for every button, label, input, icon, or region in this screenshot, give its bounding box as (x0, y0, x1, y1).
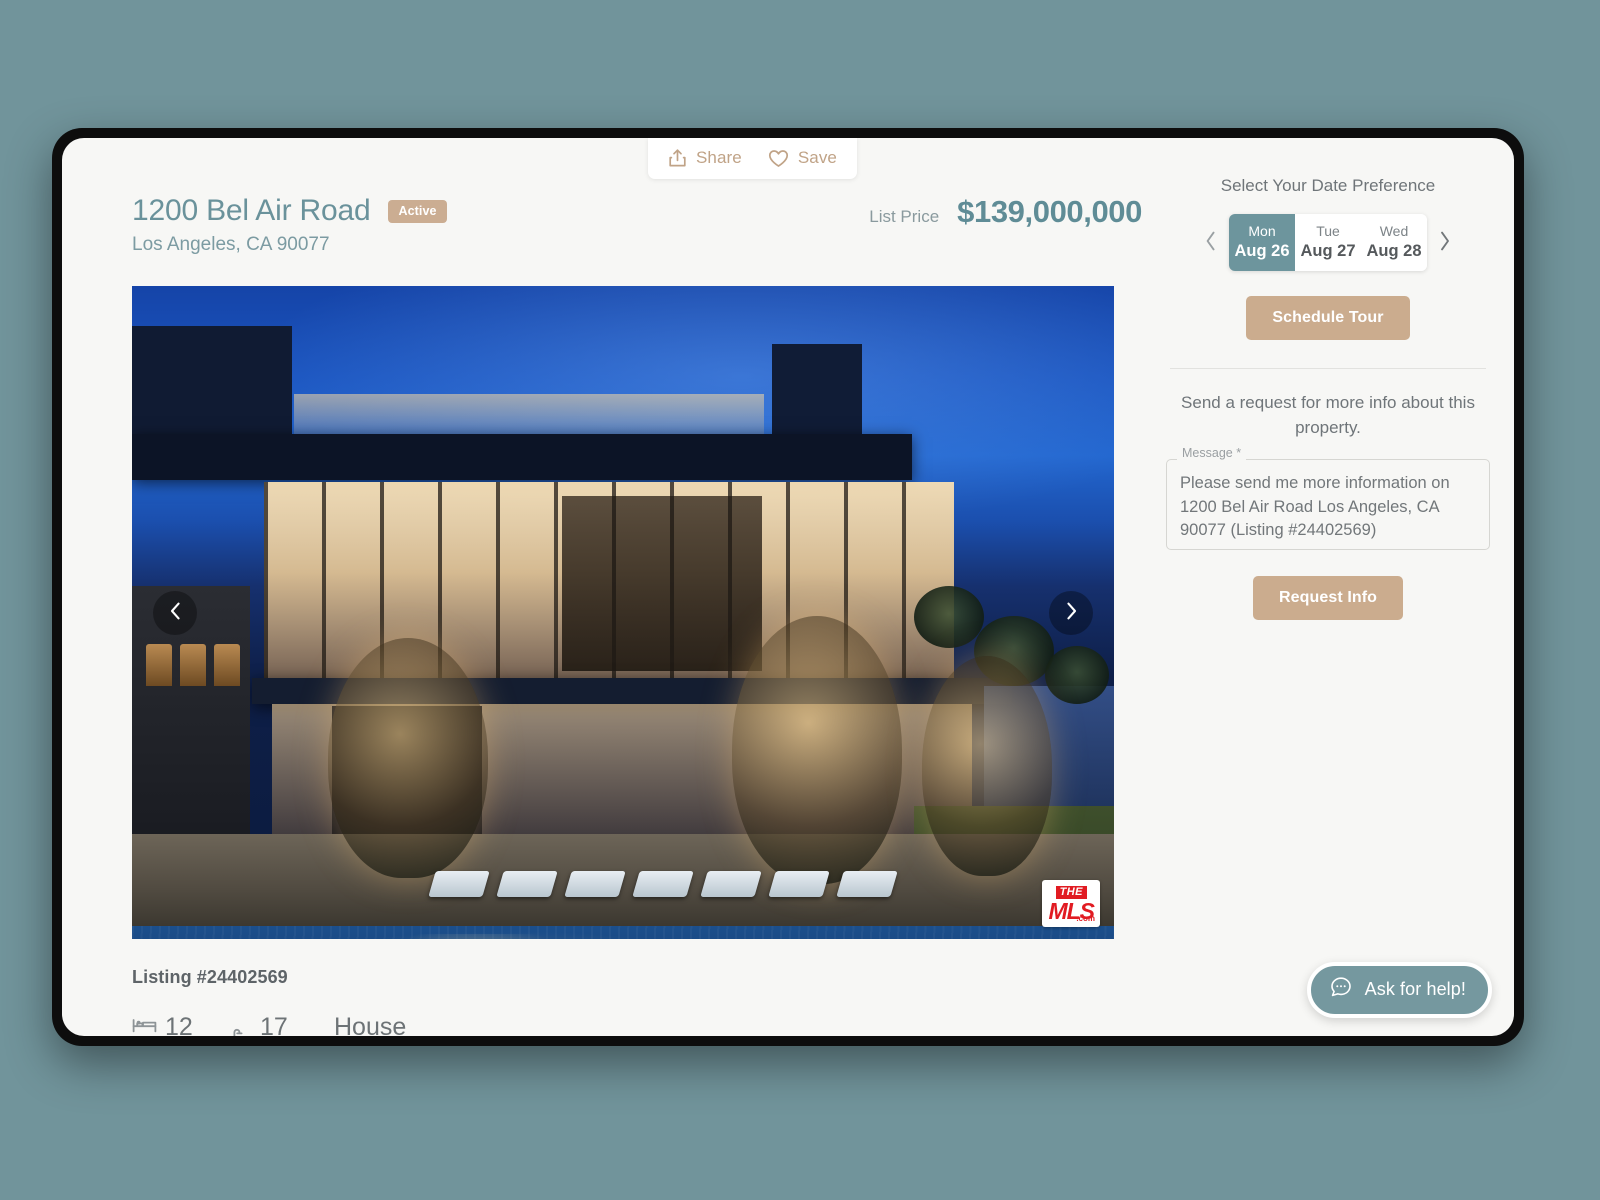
date-chip-mon-aug-26[interactable]: Mon Aug 26 (1229, 214, 1295, 272)
carousel-prev-button[interactable] (153, 590, 197, 635)
property-location: Los Angeles, CA 90077 (132, 234, 330, 255)
date-prev-button[interactable] (1203, 230, 1219, 255)
share-label: Share (695, 148, 742, 167)
device-frame: Share Save 1200 Bel Air Road Active Los … (52, 128, 1524, 1046)
bed-icon (132, 1014, 157, 1036)
date-chip-day: Aug 28 (1366, 241, 1422, 260)
request-info-copy: Send a request for more info about this … (1181, 393, 1475, 437)
stat-bathrooms: 17 Full Bathrooms (230, 1014, 334, 1036)
bathtub-icon (230, 1027, 252, 1036)
message-input[interactable] (1166, 462, 1490, 551)
share-upload-icon (668, 148, 687, 168)
chat-bubble-icon (1329, 975, 1353, 1004)
chat-widget-label: Ask for help! (1364, 979, 1466, 999)
request-info-button[interactable]: Request Info (1252, 576, 1404, 621)
page-title: 1200 Bel Air Road (132, 194, 371, 227)
status-badge: Active (388, 199, 447, 223)
date-picker: Mon Aug 26 Tue Aug 27 Wed Aug 28 (1166, 214, 1490, 272)
stat-type-value: House (334, 1013, 407, 1036)
message-field: Message * (1166, 447, 1490, 551)
chevron-right-icon (1065, 601, 1078, 624)
ask-for-help-button[interactable]: Ask for help! (1306, 962, 1492, 1018)
save-button[interactable]: Save (768, 148, 837, 168)
stat-bedrooms-value: 12 (165, 1013, 193, 1036)
stat-bathrooms-value: 17 Full (260, 1013, 288, 1036)
share-save-card: Share Save (647, 138, 857, 179)
date-next-button[interactable] (1437, 230, 1453, 255)
chevron-right-icon (1439, 230, 1451, 255)
heart-icon (768, 149, 789, 168)
price-value: $139,000,000 (957, 194, 1142, 229)
date-chip-dow: Wed (1379, 223, 1409, 239)
chevron-left-icon (1205, 230, 1217, 255)
chevron-left-icon (169, 601, 182, 624)
property-photo-carousel[interactable]: THE MLS .com (132, 286, 1114, 939)
listing-number: Listing #24402569 (132, 967, 288, 987)
carousel-next-button[interactable] (1049, 590, 1093, 635)
date-chip-wed-aug-28[interactable]: Wed Aug 28 (1361, 214, 1427, 272)
stat-bedrooms: 12 Bedrooms (132, 1014, 230, 1036)
mls-watermark-logo: THE MLS .com (1042, 880, 1100, 927)
date-chip-dow: Mon (1248, 223, 1276, 239)
listing-main-column: Share Save 1200 Bel Air Road Active Los … (62, 138, 1142, 1036)
price-label: List Price (869, 207, 940, 226)
tour-request-sidebar: Select Your Date Preference Mon Aug 26 T… (1142, 138, 1514, 1036)
date-chip-tue-aug-27[interactable]: Tue Aug 27 (1295, 214, 1361, 272)
date-chip-list: Mon Aug 26 Tue Aug 27 Wed Aug 28 (1229, 214, 1427, 272)
property-stats: 12 Bedrooms (132, 1014, 1142, 1036)
share-button[interactable]: Share (668, 148, 742, 168)
price-block: List Price $139,000,000 (869, 194, 1142, 230)
schedule-tour-button[interactable]: Schedule Tour (1246, 296, 1410, 341)
date-preference-label: Select Your Date Preference (1220, 176, 1436, 195)
date-chip-dow: Tue (1316, 223, 1340, 239)
mls-com-text: .com (1076, 914, 1095, 923)
app-viewport: Share Save 1200 Bel Air Road Active Los … (62, 138, 1514, 1036)
date-chip-day: Aug 27 (1300, 241, 1356, 260)
date-chip-day: Aug 26 (1234, 241, 1290, 260)
stat-type: House Type (334, 1014, 406, 1036)
sidebar-divider (1170, 368, 1486, 370)
property-photo: THE MLS .com (132, 286, 1114, 939)
save-label: Save (797, 148, 837, 167)
